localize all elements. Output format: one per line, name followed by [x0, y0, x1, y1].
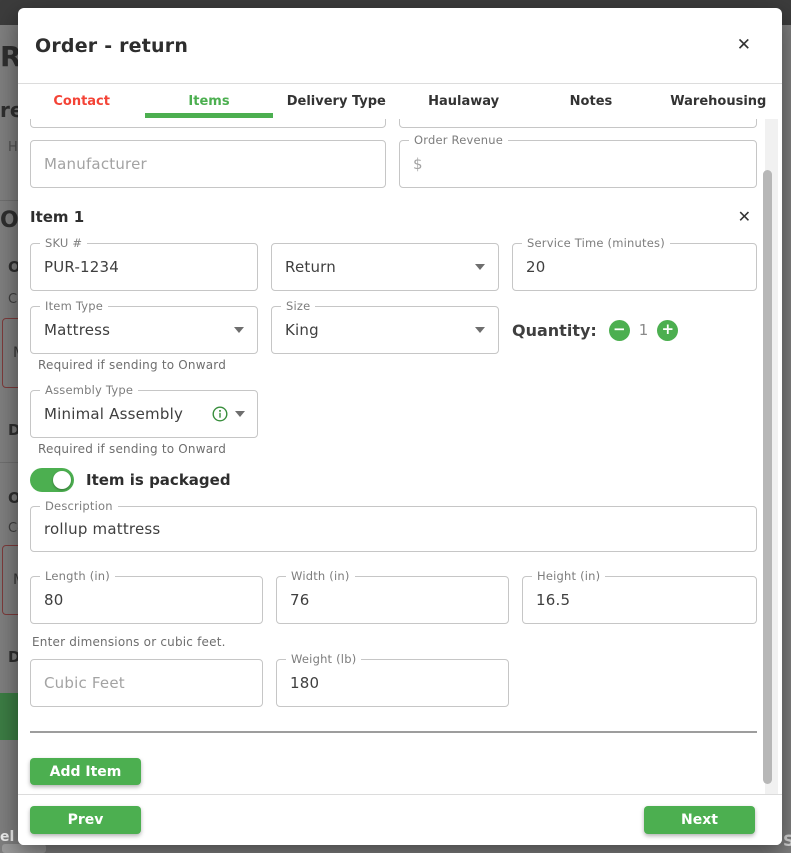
weight-field: Weight (lb) — [276, 659, 509, 707]
sku-label: SKU # — [40, 236, 87, 250]
sku-field: SKU # — [30, 243, 258, 291]
item-type-helper: Required if sending to Onward — [38, 358, 757, 372]
scrollbar-track[interactable] — [765, 119, 778, 794]
size-value: King — [285, 321, 319, 339]
sku-input[interactable] — [44, 258, 244, 276]
service-time-label: Service Time (minutes) — [522, 236, 670, 250]
tab-contact[interactable]: Contact — [18, 84, 145, 119]
order-revenue-input[interactable] — [413, 155, 743, 173]
weight-label: Weight (lb) — [286, 652, 361, 666]
prev-button[interactable]: Prev — [30, 806, 141, 834]
weight-input[interactable] — [290, 674, 495, 692]
background-divider — [0, 462, 18, 463]
packaged-toggle-row: Item is packaged — [30, 468, 757, 492]
quantity-label: Quantity: — [512, 321, 597, 340]
add-item-button[interactable]: Add Item — [30, 758, 141, 785]
clipped-fields-row — [30, 119, 757, 128]
description-input[interactable] — [44, 520, 743, 538]
assembly-type-label: Assembly Type — [40, 383, 138, 397]
tab-bar: Contact Items Delivery Type Haulaway Not… — [18, 84, 782, 119]
chevron-down-icon — [234, 327, 244, 333]
tab-delivery-type[interactable]: Delivery Type — [273, 84, 400, 119]
tab-items[interactable]: Items — [145, 84, 272, 119]
scrollbar-thumb[interactable] — [763, 170, 772, 784]
quantity-stepper: Quantity: − 1 + — [512, 306, 757, 354]
quantity-increment-icon[interactable]: + — [657, 320, 678, 341]
assembly-type-select[interactable]: Assembly Type Minimal Assembly — [30, 390, 258, 438]
height-field: Height (in) — [522, 576, 757, 624]
description-field: Description — [30, 506, 757, 552]
width-label: Width (in) — [286, 569, 355, 583]
items-section-divider — [30, 731, 757, 733]
item-type-select[interactable]: Item Type Mattress — [30, 306, 258, 354]
item-type-row: Item Type Mattress Size King Quantity: −… — [30, 306, 757, 354]
quantity-decrement-icon[interactable]: − — [609, 320, 630, 341]
cubic-feet-input[interactable] — [30, 659, 263, 707]
clipped-field — [399, 119, 757, 128]
tab-warehousing[interactable]: Warehousing — [655, 84, 782, 119]
background-divider — [0, 200, 18, 201]
packaged-toggle-label: Item is packaged — [86, 471, 231, 489]
size-select[interactable]: Size King — [271, 306, 499, 354]
clipped-field — [30, 119, 386, 128]
tab-notes[interactable]: Notes — [527, 84, 654, 119]
chevron-down-icon — [475, 264, 485, 270]
length-label: Length (in) — [40, 569, 115, 583]
modal-title: Order - return — [35, 35, 188, 57]
close-icon[interactable]: ✕ — [737, 37, 751, 54]
remove-item-icon[interactable]: ✕ — [738, 209, 751, 225]
width-field: Width (in) — [276, 576, 509, 624]
quantity-value: 1 — [639, 321, 649, 339]
assembly-type-row: Assembly Type Minimal Assembly — [30, 390, 258, 438]
order-return-modal: Order - return ✕ Contact Items Delivery … — [18, 8, 782, 845]
manufacturer-revenue-row: Order Revenue — [30, 140, 757, 188]
background-cancel-button-fragment: el — [0, 829, 14, 845]
width-input[interactable] — [290, 591, 495, 609]
order-type-select[interactable]: Return — [271, 243, 499, 291]
height-label: Height (in) — [532, 569, 605, 583]
manufacturer-input[interactable] — [30, 140, 386, 188]
assembly-type-helper: Required if sending to Onward — [38, 442, 757, 456]
modal-header: Order - return ✕ — [18, 8, 782, 84]
length-input[interactable] — [44, 591, 249, 609]
service-time-field: Service Time (minutes) — [512, 243, 757, 291]
item-is-packaged-toggle[interactable] — [30, 468, 74, 492]
description-label: Description — [40, 499, 118, 513]
item-title: Item 1 — [30, 208, 84, 226]
order-type-value: Return — [285, 258, 336, 276]
item-type-label: Item Type — [40, 299, 108, 313]
info-icon[interactable] — [212, 406, 228, 422]
toggle-knob — [53, 471, 71, 489]
order-revenue-label: Order Revenue — [409, 133, 508, 147]
dimensions-row: Length (in) Width (in) Height (in) — [30, 576, 757, 624]
service-time-input[interactable] — [526, 258, 743, 276]
size-label: Size — [281, 299, 315, 313]
cubic-weight-row: Weight (lb) — [30, 659, 757, 707]
item-header-row: Item 1 ✕ — [30, 208, 757, 226]
item-type-value: Mattress — [44, 321, 110, 339]
length-field: Length (in) — [30, 576, 263, 624]
height-input[interactable] — [536, 591, 743, 609]
dimensions-helper: Enter dimensions or cubic feet. — [32, 635, 757, 649]
tab-haulaway[interactable]: Haulaway — [400, 84, 527, 119]
order-revenue-field: Order Revenue — [399, 140, 757, 188]
next-button[interactable]: Next — [644, 806, 755, 834]
chevron-down-icon — [235, 411, 245, 417]
modal-scroll-area: Order Revenue Item 1 ✕ SKU # Return S — [18, 119, 782, 794]
background-right-button-fragment: S — [783, 831, 791, 850]
chevron-down-icon — [475, 327, 485, 333]
description-row: Description — [30, 506, 757, 552]
sku-row: SKU # Return Service Time (minutes) — [30, 243, 757, 291]
modal-footer: Prev Next — [18, 794, 782, 845]
assembly-type-value: Minimal Assembly — [44, 405, 183, 423]
